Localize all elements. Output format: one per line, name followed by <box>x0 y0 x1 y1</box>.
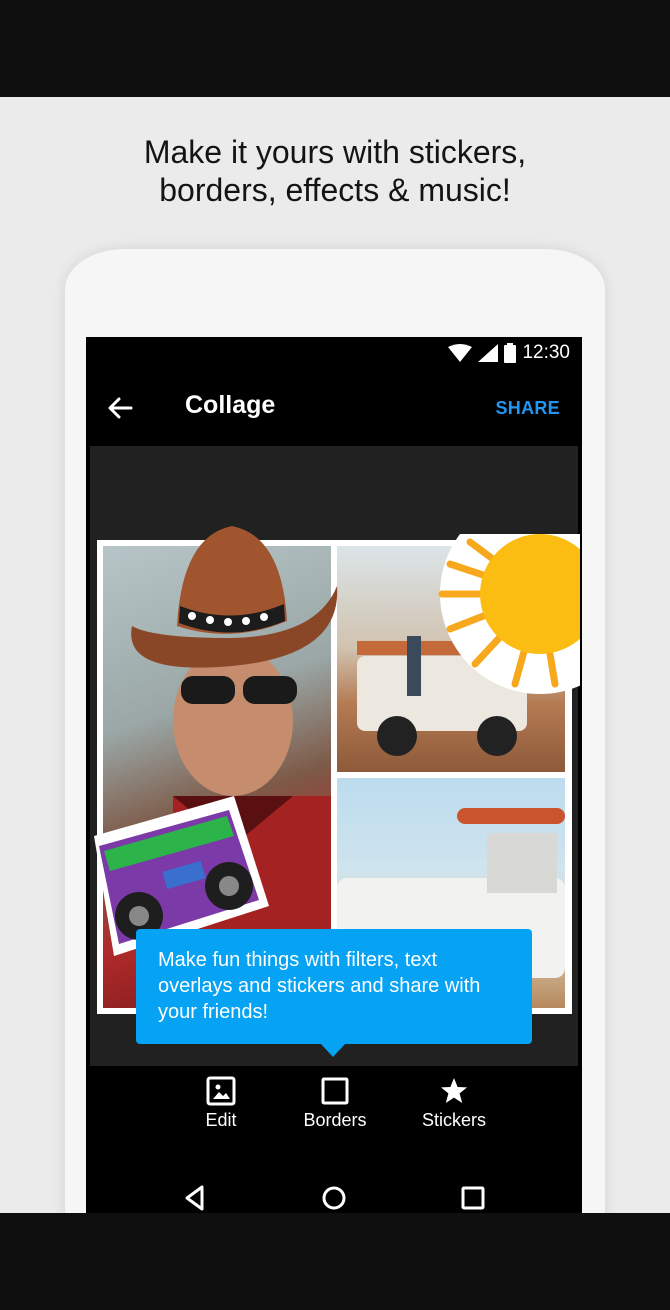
status-icons: 12:30 <box>448 342 570 363</box>
borders-tool-button[interactable]: Borders <box>280 1076 390 1131</box>
stickers-tool-label: Stickers <box>421 1110 486 1130</box>
page-title: Collage <box>185 391 276 419</box>
borders-tool-label: Borders <box>303 1110 367 1130</box>
battery-icon <box>504 343 517 363</box>
status-time: 12:30 <box>522 342 570 363</box>
top-black-band <box>0 0 670 97</box>
phone-frame: 12:30 Collage SHARE Make fun things with… <box>65 249 605 1213</box>
promo-stage: Make it yours with stickers, borders, ef… <box>0 97 670 1213</box>
image-icon <box>206 1076 236 1106</box>
back-triangle-icon[interactable] <box>181 1183 211 1213</box>
edit-tool-button[interactable]: Edit <box>166 1076 276 1131</box>
system-nav-bar <box>86 1159 582 1213</box>
promo-headline: Make it yours with stickers, borders, ef… <box>0 133 670 209</box>
share-button[interactable]: SHARE <box>495 398 560 419</box>
star-icon <box>441 1078 467 1103</box>
signal-icon <box>478 344 499 362</box>
edit-tool-label: Edit <box>205 1110 237 1130</box>
tooltip-line-3: your friends! <box>158 1001 269 1023</box>
cowboy-hat-sticker[interactable] <box>122 526 342 676</box>
wifi-icon <box>448 344 473 362</box>
app-bar: Collage SHARE <box>86 369 582 446</box>
recents-square-icon[interactable] <box>458 1183 488 1213</box>
tooltip-pointer <box>321 1044 345 1057</box>
promo-headline-line-2: borders, effects & music! <box>159 172 511 208</box>
status-bar: 12:30 <box>86 337 582 369</box>
square-outline-icon <box>321 1077 349 1105</box>
promo-headline-line-1: Make it yours with stickers, <box>143 134 527 170</box>
tooltip-line-2: overlays and stickers and share with <box>158 975 481 997</box>
back-arrow-icon[interactable] <box>106 394 134 422</box>
stickers-tool-button[interactable]: Stickers <box>399 1076 509 1131</box>
feature-tooltip[interactable]: Make fun things with filters, text overl… <box>136 929 532 1044</box>
sun-sticker[interactable] <box>420 534 580 704</box>
bottom-black-band <box>0 1213 670 1310</box>
tooltip-line-1: Make fun things with filters, text <box>158 949 438 971</box>
home-circle-icon[interactable] <box>319 1183 349 1213</box>
bottom-toolbar: Edit Borders Stickers <box>86 1066 582 1159</box>
phone-screen: 12:30 Collage SHARE Make fun things with… <box>86 337 582 1213</box>
